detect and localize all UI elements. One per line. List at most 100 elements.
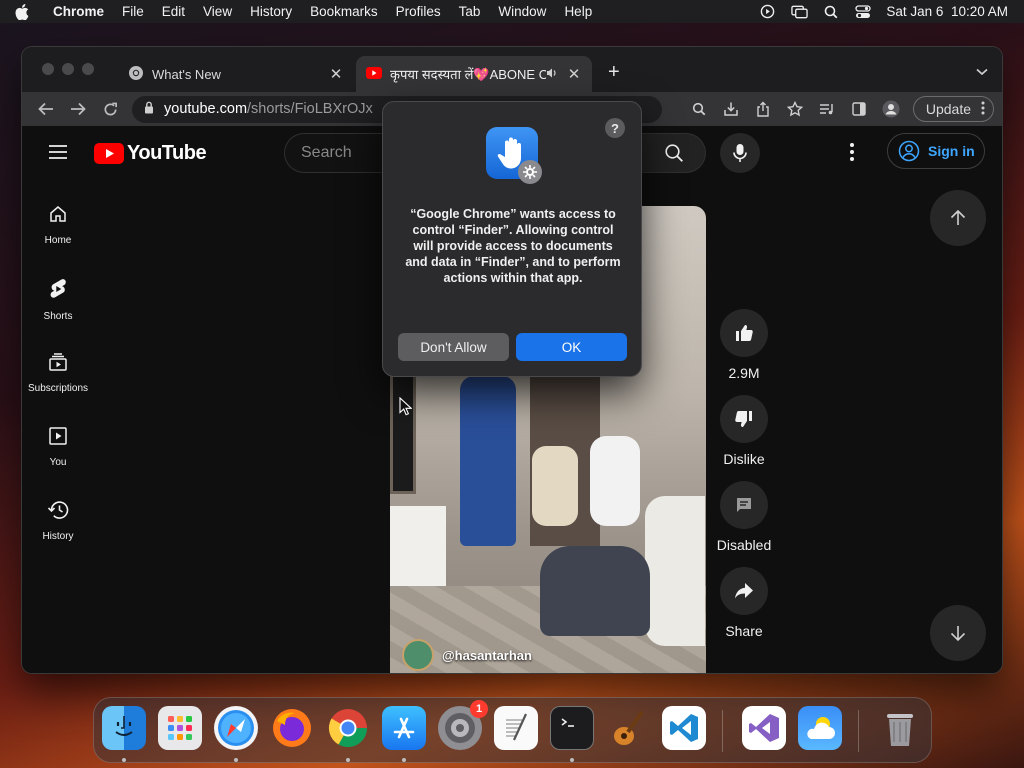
- back-button[interactable]: [30, 95, 62, 123]
- history-icon: [47, 500, 69, 523]
- youtube-logo[interactable]: YouTube: [94, 142, 207, 165]
- sidebar-item-you[interactable]: You: [22, 410, 94, 484]
- like-button[interactable]: [720, 309, 768, 357]
- zoom-window-button[interactable]: [82, 63, 94, 75]
- terminal-icon[interactable]: [550, 706, 594, 750]
- channel-avatar[interactable]: [402, 639, 434, 671]
- search-input[interactable]: Search: [284, 133, 384, 173]
- automation-permission-dialog: ? “Google Chrome” wants access to contro…: [382, 101, 642, 377]
- menu-help[interactable]: Help: [555, 4, 601, 19]
- textedit-icon[interactable]: [494, 706, 538, 750]
- mouse-pointer-icon: [399, 396, 413, 421]
- reload-button[interactable]: [94, 95, 126, 123]
- profile-avatar-icon[interactable]: [881, 99, 901, 119]
- you-icon: [48, 426, 68, 449]
- previous-short-button[interactable]: [930, 190, 986, 246]
- video-scene-tv: [390, 374, 416, 494]
- app-store-icon[interactable]: [382, 706, 426, 750]
- tab-search-chevron-icon[interactable]: [976, 63, 988, 81]
- hamburger-menu-icon[interactable]: [48, 144, 68, 165]
- new-tab-button[interactable]: +: [608, 61, 620, 84]
- chrome-app-icon[interactable]: [326, 706, 370, 750]
- menu-window[interactable]: Window: [489, 4, 555, 19]
- subscriptions-icon: [48, 352, 68, 375]
- share-icon[interactable]: [753, 99, 773, 119]
- tab-youtube-short[interactable]: कृपया सदस्यता लें💖ABONE OL ✕: [356, 56, 592, 92]
- short-action-bar: 2.9M Dislike Disabled Share: [712, 309, 776, 653]
- video-scene-child: [532, 446, 578, 526]
- site-info-icon[interactable]: [144, 101, 154, 118]
- search-button[interactable]: [642, 133, 706, 173]
- launchpad-icon[interactable]: [158, 706, 202, 750]
- share-action: Share: [712, 567, 776, 639]
- audio-playing-icon[interactable]: [546, 67, 558, 82]
- play-circle-icon[interactable]: [758, 4, 776, 20]
- media-controls-icon[interactable]: [817, 99, 837, 119]
- zoom-search-icon[interactable]: [689, 99, 709, 119]
- menu-bookmarks[interactable]: Bookmarks: [301, 4, 387, 19]
- menu-edit[interactable]: Edit: [153, 4, 194, 19]
- tab-whats-new[interactable]: What's New ✕: [118, 56, 354, 92]
- trash-icon[interactable]: [878, 706, 922, 750]
- safari-icon[interactable]: [214, 706, 258, 750]
- garageband-icon[interactable]: [606, 706, 650, 750]
- side-panel-icon[interactable]: [849, 99, 869, 119]
- firefox-icon[interactable]: [270, 706, 314, 750]
- menubar-clock[interactable]: Sat Jan 6 10:20 AM: [886, 4, 1008, 19]
- video-scene-child: [590, 436, 640, 526]
- sidebar-item-home[interactable]: Home: [22, 188, 94, 262]
- close-window-button[interactable]: [42, 63, 54, 75]
- tab-strip: What's New ✕ कृपया सदस्यता लें💖ABONE OL …: [22, 47, 1002, 92]
- apple-menu-icon[interactable]: [0, 3, 44, 20]
- sidebar-item-shorts[interactable]: Shorts: [22, 262, 94, 336]
- forward-button[interactable]: [62, 95, 94, 123]
- menu-history[interactable]: History: [241, 4, 301, 19]
- tab-title: What's New: [152, 66, 221, 82]
- chrome-icon: [128, 65, 144, 84]
- help-button[interactable]: ?: [605, 118, 625, 138]
- more-menu-icon[interactable]: [981, 101, 985, 118]
- close-tab-icon[interactable]: ✕: [328, 65, 344, 83]
- video-scene-child: [540, 546, 650, 636]
- spotlight-search-icon[interactable]: [822, 4, 840, 20]
- install-app-icon[interactable]: [721, 99, 741, 119]
- bookmark-star-icon[interactable]: [785, 99, 805, 119]
- weather-icon[interactable]: [798, 706, 842, 750]
- dialog-message: “Google Chrome” wants access to control …: [405, 207, 621, 285]
- sidebar-item-label: Home: [44, 235, 72, 246]
- sign-in-button[interactable]: Sign in: [887, 133, 985, 169]
- sign-in-label: Sign in: [928, 143, 975, 159]
- close-tab-icon[interactable]: ✕: [566, 65, 582, 83]
- menu-profiles[interactable]: Profiles: [387, 4, 450, 19]
- settings-kebab-icon[interactable]: [850, 143, 854, 166]
- like-count: 2.9M: [728, 365, 760, 381]
- menu-tab[interactable]: Tab: [450, 4, 490, 19]
- menu-app-name[interactable]: Chrome: [44, 4, 113, 19]
- channel-handle[interactable]: @hasantarhan: [442, 648, 532, 663]
- sidebar-item-subscriptions[interactable]: Subscriptions: [22, 336, 94, 410]
- visual-studio-icon[interactable]: [742, 706, 786, 750]
- comments-button[interactable]: [720, 481, 768, 529]
- control-center-icon[interactable]: [854, 4, 872, 20]
- ok-button[interactable]: OK: [516, 333, 627, 361]
- video-scene-adult: [460, 376, 516, 546]
- vscode-icon[interactable]: [662, 706, 706, 750]
- system-settings-icon[interactable]: 1: [438, 700, 488, 750]
- minimize-window-button[interactable]: [62, 63, 74, 75]
- update-chrome-button[interactable]: Update: [912, 96, 994, 122]
- channel-info[interactable]: @hasantarhan: [402, 639, 532, 671]
- voice-search-button[interactable]: [720, 133, 760, 173]
- screen-mirroring-icon[interactable]: [790, 4, 808, 20]
- sidebar-item-label: You: [49, 457, 67, 468]
- sidebar-item-history[interactable]: History: [22, 484, 94, 558]
- notification-badge: 1: [470, 700, 488, 718]
- finder-icon[interactable]: [102, 706, 146, 750]
- share-button[interactable]: [720, 567, 768, 615]
- menu-bar: Chrome File Edit View History Bookmarks …: [0, 0, 1024, 23]
- dislike-label: Dislike: [723, 451, 765, 467]
- dislike-button[interactable]: [720, 395, 768, 443]
- next-short-button[interactable]: [930, 605, 986, 661]
- dont-allow-button[interactable]: Don't Allow: [398, 333, 509, 361]
- menu-file[interactable]: File: [113, 4, 153, 19]
- menu-view[interactable]: View: [194, 4, 241, 19]
